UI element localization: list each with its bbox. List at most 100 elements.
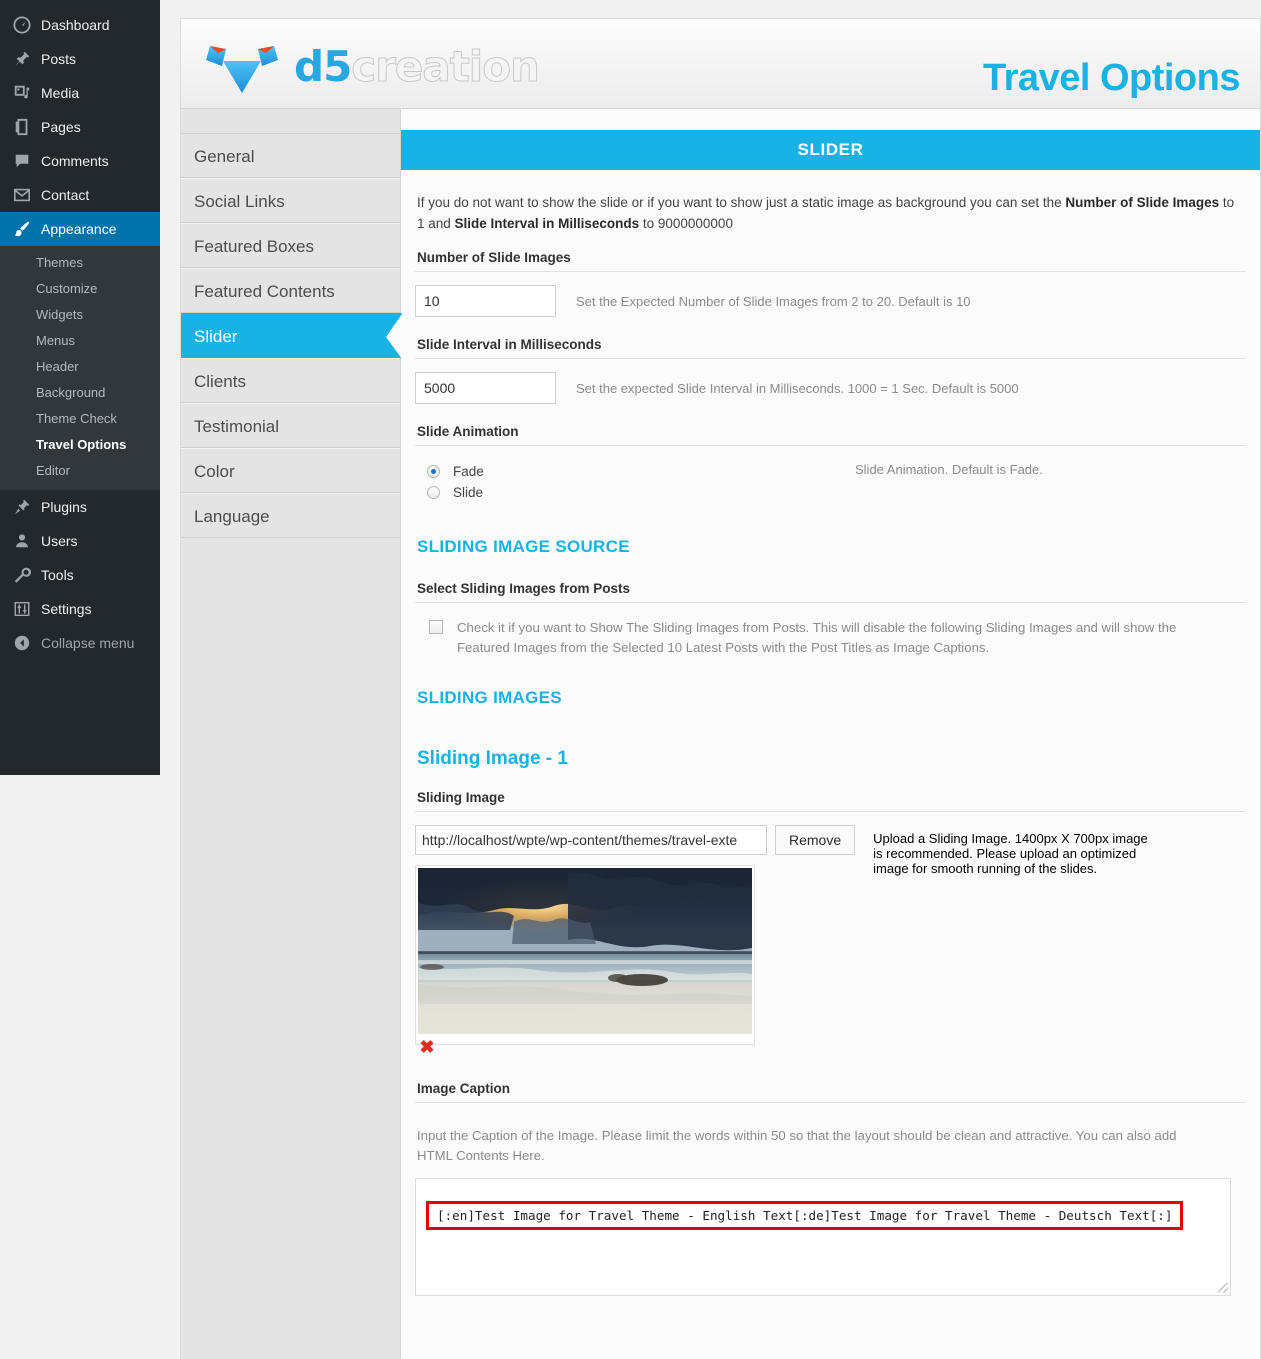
tab-general[interactable]: General bbox=[181, 133, 400, 178]
sidebar-item-contact[interactable]: Contact bbox=[0, 178, 160, 212]
sidebar-item-dashboard[interactable]: Dashboard bbox=[0, 8, 160, 42]
sliders-icon bbox=[12, 599, 32, 619]
label-slide-animation: Slide Animation bbox=[415, 410, 1246, 446]
submenu-item-widgets[interactable]: Widgets bbox=[0, 302, 160, 328]
intro-part-a: If you do not want to show the slide or … bbox=[417, 195, 1066, 210]
radio-fade-label: Fade bbox=[453, 464, 484, 479]
image-caption-value-highlight: [:en]Test Image for Travel Theme - Engli… bbox=[426, 1201, 1184, 1230]
tab-language[interactable]: Language bbox=[181, 493, 400, 538]
sidebar-label: Posts bbox=[41, 51, 77, 67]
sidebar-label: Contact bbox=[41, 187, 90, 203]
radio-fade-icon[interactable] bbox=[427, 465, 440, 478]
appearance-submenu: Themes Customize Widgets Menus Header Ba… bbox=[0, 246, 160, 490]
mail-icon bbox=[12, 185, 32, 205]
admin-sidebar: Dashboard Posts Media Pages Comments Con… bbox=[0, 0, 168, 775]
sidebar-label: Dashboard bbox=[41, 17, 110, 33]
sliding-images-from-posts-checkbox[interactable] bbox=[429, 620, 443, 634]
image-caption-textarea[interactable]: [:en]Test Image for Travel Theme - Engli… bbox=[415, 1178, 1231, 1296]
submenu-item-travel-options[interactable]: Travel Options bbox=[0, 432, 160, 458]
slider-intro-text: If you do not want to show the slide or … bbox=[415, 170, 1246, 236]
slide-interval-input[interactable] bbox=[415, 372, 556, 404]
sidebar-item-tools[interactable]: Tools bbox=[0, 558, 160, 592]
brush-icon bbox=[12, 219, 32, 239]
slider-settings-pane: SLIDER If you do not want to show the sl… bbox=[401, 109, 1260, 1359]
hint-image-caption: Input the Caption of the Image. Please l… bbox=[417, 1128, 1177, 1163]
sidebar-item-settings[interactable]: Settings bbox=[0, 592, 160, 626]
submenu-item-header[interactable]: Header bbox=[0, 354, 160, 380]
panel-body: General Social Links Featured Boxes Feat… bbox=[181, 109, 1260, 1359]
collapse-menu-label: Collapse menu bbox=[41, 635, 135, 651]
remove-image-button[interactable]: Remove bbox=[775, 825, 856, 855]
textarea-resize-grip[interactable] bbox=[1218, 1283, 1228, 1293]
tab-featured-boxes[interactable]: Featured Boxes bbox=[181, 223, 400, 268]
radio-slide-icon[interactable] bbox=[427, 486, 440, 499]
sliding-images-from-posts-text: Check it if you want to Show The Sliding… bbox=[457, 620, 1177, 655]
sliding-image-thumbnail[interactable] bbox=[418, 868, 752, 1034]
field-sliding-images-from-posts[interactable]: Check it if you want to Show The Sliding… bbox=[415, 616, 1246, 658]
intro-bold-slide-interval: Slide Interval in Milliseconds bbox=[454, 216, 640, 231]
number-of-slide-images-input[interactable] bbox=[415, 285, 556, 317]
tab-social-links[interactable]: Social Links bbox=[181, 178, 400, 223]
logo-wordmark: d5creation bbox=[294, 41, 540, 91]
sidebar-label: Comments bbox=[41, 153, 109, 169]
sidebar-label: Appearance bbox=[41, 221, 117, 237]
radio-option-fade[interactable]: Fade bbox=[415, 461, 855, 482]
plug-icon bbox=[12, 497, 32, 517]
field-slide-animation: Fade Slide Slide Animation. Default is F… bbox=[415, 459, 1246, 503]
section-title-slider: SLIDER bbox=[401, 130, 1260, 170]
options-tab-list: General Social Links Featured Boxes Feat… bbox=[181, 109, 402, 1359]
label-slide-interval: Slide Interval in Milliseconds bbox=[415, 323, 1246, 359]
sidebar-label: Media bbox=[41, 85, 80, 101]
tab-testimonial[interactable]: Testimonial bbox=[181, 403, 400, 448]
d5creation-logo: d5creation bbox=[196, 35, 540, 97]
sidebar-label: Pages bbox=[41, 119, 81, 135]
sidebar-label: Tools bbox=[41, 567, 74, 583]
red-x-delete-icon[interactable]: ✖ bbox=[419, 1038, 435, 1056]
intro-part-e: to 9000000000 bbox=[639, 216, 733, 231]
field-sliding-image-upload: Remove bbox=[415, 825, 1246, 1056]
sidebar-item-media[interactable]: Media bbox=[0, 76, 160, 110]
submenu-item-themes[interactable]: Themes bbox=[0, 250, 160, 276]
hint-number-of-slide-images: Set the Expected Number of Slide Images … bbox=[576, 294, 971, 309]
logo-d5: d5 bbox=[294, 41, 352, 91]
intro-bold-number-of-slide-images: Number of Slide Images bbox=[1065, 195, 1220, 210]
sliding-image-url-input[interactable] bbox=[415, 825, 767, 855]
dashboard-icon bbox=[12, 15, 32, 35]
heading-sliding-image-1: Sliding Image - 1 bbox=[417, 748, 568, 769]
submenu-item-background[interactable]: Background bbox=[0, 380, 160, 406]
page-title: Travel Options bbox=[983, 57, 1240, 99]
media-icon bbox=[12, 83, 32, 103]
heading-sliding-images: SLIDING IMAGES bbox=[417, 688, 562, 707]
collapse-menu-button[interactable]: Collapse menu bbox=[0, 626, 160, 660]
tab-color[interactable]: Color bbox=[181, 448, 400, 493]
sidebar-item-pages[interactable]: Pages bbox=[0, 110, 160, 144]
sidebar-label: Users bbox=[41, 533, 78, 549]
label-number-of-slide-images: Number of Slide Images bbox=[415, 236, 1246, 272]
submenu-item-theme-check[interactable]: Theme Check bbox=[0, 406, 160, 432]
radio-slide-label: Slide bbox=[453, 485, 484, 500]
travel-options-panel: d5creation Travel Options General Social… bbox=[180, 18, 1261, 1359]
submenu-item-customize[interactable]: Customize bbox=[0, 276, 160, 302]
hint-slide-interval: Set the expected Slide Interval in Milli… bbox=[576, 381, 1019, 396]
hint-upload-sliding-image: Upload a Sliding Image. 1400px X 700px i… bbox=[873, 831, 1148, 876]
submenu-item-menus[interactable]: Menus bbox=[0, 328, 160, 354]
radio-option-slide[interactable]: Slide bbox=[415, 482, 855, 503]
sidebar-item-plugins[interactable]: Plugins bbox=[0, 490, 160, 524]
label-image-caption: Image Caption bbox=[415, 1067, 1246, 1103]
tab-featured-contents[interactable]: Featured Contents bbox=[181, 268, 400, 313]
submenu-item-editor[interactable]: Editor bbox=[0, 458, 160, 484]
d5creation-mark-icon bbox=[196, 36, 292, 96]
sidebar-item-posts[interactable]: Posts bbox=[0, 42, 160, 76]
sidebar-item-appearance[interactable]: Appearance bbox=[0, 212, 168, 246]
collapse-arrow-icon bbox=[12, 633, 32, 653]
sidebar-label: Settings bbox=[41, 601, 92, 617]
heading-sliding-image-source: SLIDING IMAGE SOURCE bbox=[417, 537, 630, 556]
tab-slider[interactable]: Slider bbox=[181, 313, 402, 359]
field-number-of-slide-images: Set the Expected Number of Slide Images … bbox=[415, 285, 1246, 323]
tab-clients[interactable]: Clients bbox=[181, 358, 400, 403]
user-icon bbox=[12, 531, 32, 551]
sidebar-item-comments[interactable]: Comments bbox=[0, 144, 160, 178]
sidebar-item-users[interactable]: Users bbox=[0, 524, 160, 558]
label-select-sliding-images-from-posts: Select Sliding Images from Posts bbox=[415, 567, 1246, 603]
panel-header: d5creation Travel Options bbox=[181, 19, 1260, 109]
